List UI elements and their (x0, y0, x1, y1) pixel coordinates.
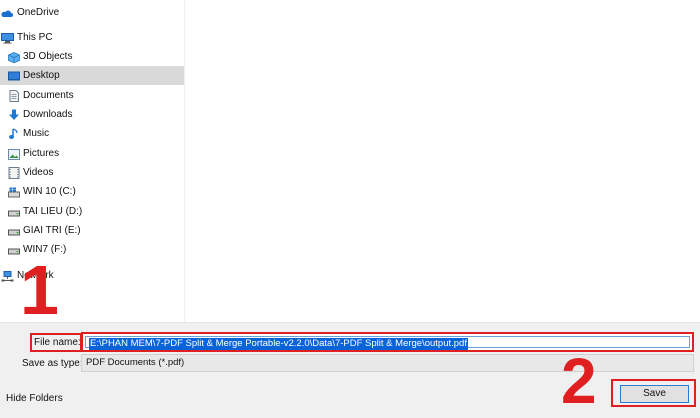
nav-item-drive-e[interactable]: GIAI TRI (E:) (0, 221, 184, 240)
nav-item-label: Music (23, 128, 50, 139)
nav-item-label: Pictures (23, 148, 60, 159)
nav-item-label: Downloads (23, 109, 73, 120)
step-1-annotation: 1 (20, 251, 59, 329)
nav-item-pictures[interactable]: Pictures (0, 144, 184, 163)
nav-item-3d-objects[interactable]: 3D Objects (0, 47, 184, 66)
nav-item-label: GIAI TRI (E:) (23, 225, 81, 236)
nav-item-label: 3D Objects (23, 51, 73, 62)
nav-item-documents[interactable]: Documents (0, 86, 184, 105)
nav-item-label: Desktop (23, 70, 60, 81)
nav-item-onedrive[interactable]: OneDrive (0, 3, 184, 22)
nav-item-label: Documents (23, 90, 74, 101)
nav-item-label: OneDrive (17, 7, 60, 18)
file-list-area[interactable] (185, 0, 700, 322)
cube-icon (8, 51, 20, 64)
music-note-icon (8, 128, 20, 139)
nav-item-this-pc[interactable]: This PC (0, 28, 184, 47)
save-as-type-label: Save as type: (22, 358, 83, 369)
video-icon (8, 167, 20, 179)
nav-item-downloads[interactable]: Downloads (0, 105, 184, 124)
hide-folders-button[interactable]: Hide Folders (6, 393, 63, 404)
nav-item-videos[interactable]: Videos (0, 163, 184, 182)
file-name-value: E:\PHAN MEM\7-PDF Split & Merge Portable… (89, 338, 468, 350)
network-icon (1, 270, 14, 282)
save-button[interactable]: Save (620, 385, 689, 403)
file-name-label: File name: (34, 337, 81, 348)
drive-icon (8, 206, 20, 217)
nav-item-label: This PC (17, 32, 53, 43)
drive-icon (8, 225, 20, 236)
computer-icon (1, 32, 14, 44)
nav-item-drive-d[interactable]: TAI LIEU (D:) (0, 202, 184, 221)
cloud-icon (0, 7, 14, 18)
save-dialog: OneDrive This PC 3D Objects Desktop Docu (0, 0, 700, 418)
drive-icon (8, 244, 20, 255)
save-as-type-value: PDF Documents (*.pdf) (86, 357, 185, 368)
desktop-folder-icon (8, 70, 20, 81)
nav-item-label: TAI LIEU (D:) (23, 206, 83, 217)
nav-item-desktop[interactable]: Desktop (0, 66, 184, 85)
download-arrow-icon (8, 109, 20, 120)
picture-icon (8, 148, 20, 160)
step-2-annotation: 2 (561, 345, 597, 417)
file-name-input[interactable]: E:\PHAN MEM\7-PDF Split & Merge Portable… (85, 336, 690, 350)
nav-item-label: WIN 10 (C:) (23, 186, 76, 197)
file-name-highlight: E:\PHAN MEM\7-PDF Split & Merge Portable… (81, 332, 694, 352)
nav-item-label: Videos (23, 167, 54, 178)
document-icon (8, 90, 20, 102)
windows-drive-icon (8, 186, 20, 198)
nav-item-music[interactable]: Music (0, 124, 184, 143)
nav-item-drive-c[interactable]: WIN 10 (C:) (0, 182, 184, 201)
save-as-type-select[interactable]: PDF Documents (*.pdf) (81, 354, 694, 372)
